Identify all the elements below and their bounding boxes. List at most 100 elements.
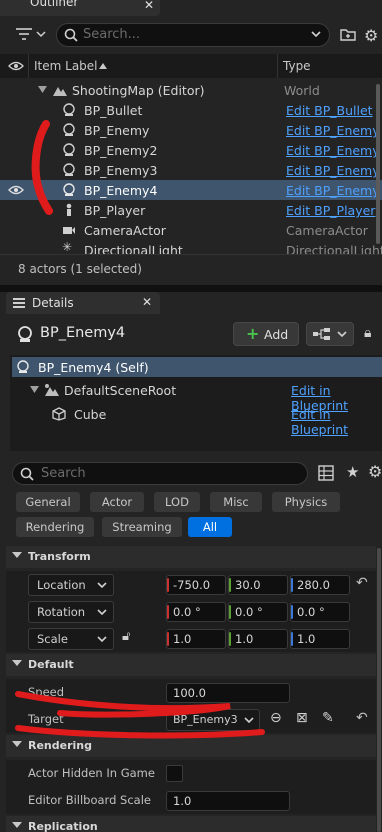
settings-button[interactable]: ⚙ — [364, 26, 378, 45]
lock-icon[interactable]: 🔒︎ — [364, 325, 371, 341]
use-selected-icon[interactable]: ⊖ — [270, 710, 282, 726]
unlock-ratio-icon[interactable]: 🔓︎ — [122, 629, 130, 644]
actor-hidden-checkbox[interactable] — [166, 765, 183, 782]
scale-z-field[interactable]: 1.0 — [290, 629, 350, 649]
edit-blueprint-link[interactable]: Edit BP_Enemy — [286, 143, 380, 158]
panel-splitter[interactable] — [0, 285, 382, 292]
tree-row-actor[interactable]: BP_Player Edit BP_Player — [0, 200, 382, 220]
blueprint-actor-icon — [17, 360, 29, 373]
edit-blueprint-link[interactable]: Edit BP_Enemy — [286, 183, 380, 198]
filter-menu-button[interactable] — [14, 26, 48, 42]
tree-row-world[interactable]: ShootingMap (Editor) World — [0, 80, 382, 100]
billboard-scale-field[interactable]: 1.0 — [166, 791, 290, 811]
search-placeholder: Search... — [83, 27, 141, 42]
scale-z-value: 1.0 — [297, 632, 316, 646]
tree-row-label: BP_Player — [84, 203, 146, 218]
filter-rendering-button[interactable]: Rendering — [16, 517, 94, 537]
camera-icon — [63, 227, 75, 234]
tree-row-actor[interactable]: CameraActor CameraActor — [0, 220, 382, 240]
filter-all-button[interactable]: All — [188, 517, 232, 537]
rotation-z-field[interactable]: 0.0 ° — [290, 602, 350, 622]
column-type[interactable]: Type — [283, 59, 311, 73]
target-label: Target — [28, 712, 64, 726]
eye-icon — [8, 61, 24, 71]
details-tab[interactable]: Details ✕ — [6, 292, 160, 314]
location-z-value: 280.0 — [297, 578, 330, 592]
chevron-down-icon — [97, 582, 107, 589]
eyedropper-icon[interactable]: ✎ — [322, 710, 334, 726]
tree-row-label: BP_Enemy4 — [84, 183, 158, 198]
scale-mode-select[interactable]: Scale — [28, 628, 114, 650]
section-title: Default — [28, 658, 74, 671]
expand-caret-icon — [30, 386, 39, 393]
rotation-x-field[interactable]: 0.0 ° — [166, 602, 226, 622]
filter-misc-button[interactable]: Misc — [210, 492, 262, 512]
location-x-field[interactable]: -750.0 — [166, 575, 226, 595]
filter-streaming-button[interactable]: Streaming — [102, 517, 182, 537]
add-folder-button[interactable] — [340, 26, 356, 42]
edit-blueprint-link[interactable]: Edit BP_Bullet — [286, 103, 373, 118]
tree-row-actor[interactable]: ✳ DirectionalLight DirectionalLight — [0, 240, 382, 254]
section-title: Transform — [28, 550, 91, 563]
section-transform[interactable]: Transform — [6, 546, 376, 568]
rotation-y-field[interactable]: 0.0 ° — [228, 602, 288, 622]
tree-row-actor-selected[interactable]: BP_Enemy4 Edit BP_Enemy — [0, 180, 382, 200]
outliner-tab[interactable]: Outliner ✕ — [0, 0, 160, 16]
filter-physics-button[interactable]: Physics — [272, 492, 340, 512]
column-item-label[interactable]: Item Label — [34, 59, 98, 73]
section-replication[interactable]: Replication — [6, 816, 376, 832]
blueprint-actor-icon — [63, 183, 75, 196]
browse-actor-icon[interactable]: ⊠ — [296, 710, 308, 726]
close-icon[interactable]: ✕ — [142, 295, 152, 309]
close-icon[interactable]: ✕ — [144, 0, 154, 12]
scale-x-value: 1.0 — [173, 632, 192, 646]
location-y-value: 30.0 — [235, 578, 261, 592]
component-self-row[interactable]: BP_Enemy4 (Self) — [12, 357, 382, 377]
outliner-column-header: Item Label Type — [0, 54, 382, 78]
location-z-field[interactable]: 280.0 — [290, 575, 350, 595]
scale-x-field[interactable]: 1.0 — [166, 629, 226, 649]
edit-blueprint-link[interactable]: Edit BP_Enemy — [286, 163, 380, 178]
outliner-search-input[interactable]: Search... — [56, 23, 330, 47]
tree-row-type: DirectionalLight — [286, 243, 382, 254]
edit-in-blueprint-link[interactable]: Edit in Blueprint — [291, 407, 382, 437]
add-component-button[interactable]: + Add — [233, 322, 299, 346]
edit-blueprint-link[interactable]: Edit BP_Player — [286, 203, 375, 218]
component-label: BP_Enemy4 (Self) — [38, 360, 149, 375]
details-search-input[interactable]: Search — [12, 462, 308, 485]
component-row-cube[interactable]: Cube Edit in Blueprint — [12, 404, 382, 437]
blueprint-actor-icon — [63, 103, 75, 116]
tree-row-type: CameraActor — [286, 223, 368, 238]
target-value: BP_Enemy3 — [173, 713, 238, 726]
location-y-field[interactable]: 30.0 — [228, 575, 288, 595]
scale-y-value: 1.0 — [235, 632, 254, 646]
section-rendering[interactable]: Rendering — [6, 735, 376, 757]
outliner-scrollbar[interactable] — [376, 84, 380, 244]
section-default[interactable]: Default — [6, 654, 376, 676]
favorites-star-icon[interactable]: ★ — [346, 463, 359, 481]
tree-row-actor[interactable]: BP_Enemy2 Edit BP_Enemy — [0, 140, 382, 160]
tree-row-label: BP_Enemy2 — [84, 143, 158, 158]
location-mode-select[interactable]: Location — [28, 574, 114, 596]
filter-general-button[interactable]: General — [16, 492, 80, 512]
filter-lod-button[interactable]: LOD — [154, 492, 200, 512]
chevron-down-icon — [244, 717, 254, 724]
scene-root-icon — [45, 384, 59, 396]
component-row-root[interactable]: DefaultSceneRoot Edit in Blueprint — [12, 380, 382, 413]
tree-row-actor[interactable]: BP_Enemy Edit BP_Enemy — [0, 120, 382, 140]
blueprint-options-button[interactable] — [306, 322, 354, 346]
target-select[interactable]: BP_Enemy3 — [166, 709, 260, 731]
details-scrollbar[interactable] — [377, 548, 381, 832]
gear-icon[interactable]: ⚙ — [368, 462, 382, 481]
rotation-mode-select[interactable]: Rotation — [28, 601, 114, 623]
reset-to-default-icon[interactable]: ↶ — [356, 710, 368, 726]
edit-blueprint-link[interactable]: Edit BP_Enemy — [286, 123, 380, 138]
scale-y-field[interactable]: 1.0 — [228, 629, 288, 649]
tree-row-actor[interactable]: BP_Enemy3 Edit BP_Enemy — [0, 160, 382, 180]
rotation-mode-label: Rotation — [37, 605, 86, 619]
reset-to-default-icon[interactable]: ↶ — [356, 575, 368, 591]
chevron-down-icon — [311, 31, 321, 38]
speed-field[interactable]: 100.0 — [166, 683, 290, 703]
filter-actor-button[interactable]: Actor — [90, 492, 144, 512]
tree-row-actor[interactable]: BP_Bullet Edit BP_Bullet — [0, 100, 382, 120]
